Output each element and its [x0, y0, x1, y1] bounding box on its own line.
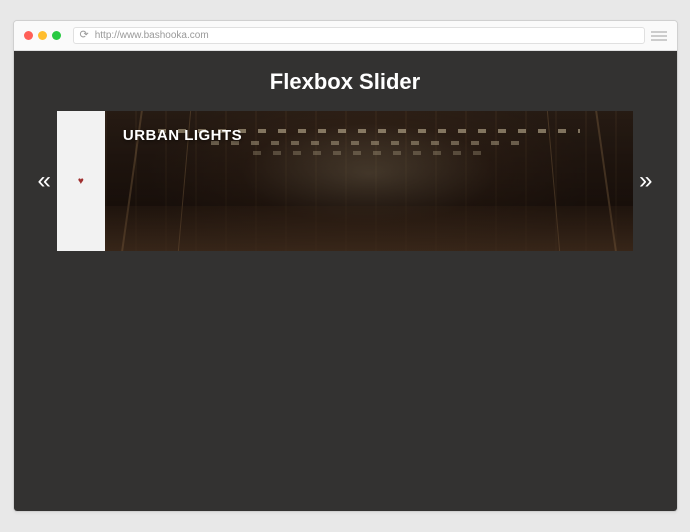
slide-title: URBAN LIGHTS	[123, 127, 242, 144]
slider-wrapper: « ♥ URBAN LIGHTS	[34, 111, 657, 251]
close-window-icon[interactable]	[24, 31, 33, 40]
slide-collapsed[interactable]: ♥	[57, 111, 105, 251]
browser-toolbar: ⟳	[14, 21, 677, 51]
menu-icon[interactable]	[651, 30, 667, 42]
browser-window: ⟳ Flexbox Slider « ♥	[13, 20, 678, 512]
slider: ♥ URBAN LIGHTS	[57, 111, 633, 251]
page-title: Flexbox Slider	[34, 69, 657, 95]
maximize-window-icon[interactable]	[52, 31, 61, 40]
slider-next-button[interactable]: »	[635, 169, 656, 193]
address-bar[interactable]: ⟳	[73, 27, 645, 44]
window-controls	[24, 31, 61, 40]
minimize-window-icon[interactable]	[38, 31, 47, 40]
url-input[interactable]	[95, 30, 638, 41]
slider-prev-button[interactable]: «	[34, 169, 55, 193]
heart-icon: ♥	[78, 176, 84, 187]
slide-active[interactable]: URBAN LIGHTS	[105, 111, 633, 251]
refresh-icon[interactable]: ⟳	[80, 30, 89, 41]
page-viewport: Flexbox Slider « ♥	[14, 51, 677, 511]
